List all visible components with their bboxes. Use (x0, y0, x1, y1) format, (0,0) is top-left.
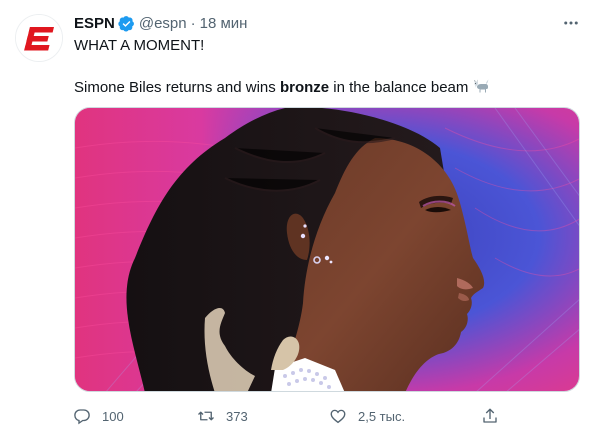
tweet-header: ESPN @espn · 18 мин (74, 13, 247, 33)
tweet-text-plain-end: in the balance beam (329, 79, 469, 96)
more-button[interactable] (560, 12, 582, 34)
goat-emoji-icon (473, 77, 491, 95)
more-icon (564, 21, 578, 25)
tweet-text-bold: bronze (279, 79, 330, 96)
like-button[interactable]: 2,5 тыс. (324, 402, 405, 430)
tweet-text-line-1: WHAT A MOMENT! (74, 37, 205, 54)
tweet-photo[interactable] (74, 107, 580, 392)
tweet-actions: 100 373 2,5 тыс. (68, 402, 508, 430)
author-handle[interactable]: @espn (139, 15, 187, 32)
reply-count: 100 (102, 408, 124, 424)
share-icon (476, 402, 504, 430)
reply-button[interactable]: 100 (68, 402, 124, 430)
tweet-text-plain: Simone Biles returns and wins (74, 79, 280, 96)
tweet-text-line-2: Simone Biles returns and wins bronze in … (74, 77, 491, 98)
share-button[interactable] (476, 402, 504, 430)
author-name[interactable]: ESPN (74, 15, 115, 32)
verified-badge-icon (118, 15, 135, 32)
reply-icon (68, 402, 96, 430)
separator-dot: · (190, 14, 196, 32)
espn-logo-icon (16, 15, 62, 61)
like-count: 2,5 тыс. (358, 408, 406, 424)
avatar[interactable] (15, 14, 63, 62)
retweet-button[interactable]: 373 (192, 402, 248, 430)
tweet[interactable]: ESPN @espn · 18 мин WHAT A MOMENT! Simon… (0, 0, 595, 443)
retweet-count: 373 (226, 408, 248, 424)
like-icon (324, 402, 352, 430)
photo-simone-biles (75, 108, 579, 391)
timestamp[interactable]: 18 мин (200, 15, 248, 32)
retweet-icon (192, 402, 220, 430)
